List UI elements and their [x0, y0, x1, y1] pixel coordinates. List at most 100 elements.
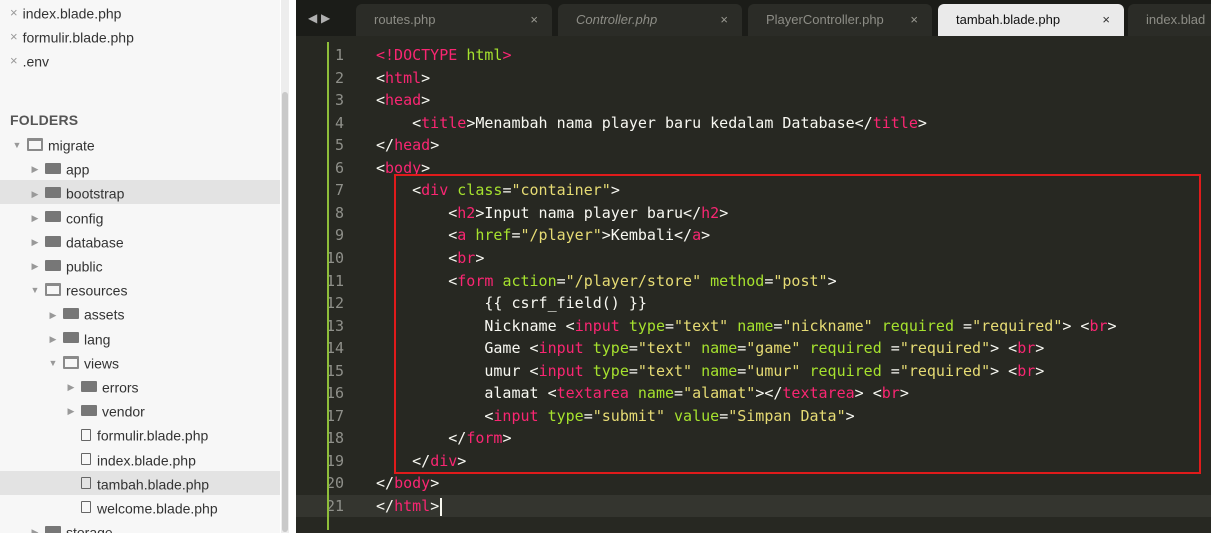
tree-item-label: tambah.blade.php — [97, 476, 210, 493]
line-number: 6 — [334, 158, 344, 177]
line-number: 9 — [334, 226, 344, 245]
collapsed-arrow-icon[interactable]: ▶ — [28, 230, 42, 254]
close-icon[interactable]: × — [530, 4, 538, 36]
code-text: </div> — [376, 451, 467, 470]
folder-icon — [63, 332, 79, 344]
code-line[interactable]: 13 Nickname <input type="text" name="nic… — [296, 315, 1211, 337]
code-line[interactable]: 21 </html> — [296, 495, 1211, 517]
code-line[interactable]: 7 <div class="container"> — [296, 179, 1211, 201]
code-line[interactable]: 12 {{ csrf_field() }} — [296, 292, 1211, 314]
code-text: <html> — [376, 68, 431, 87]
tab-playercontroller-php[interactable]: PlayerController.php × — [748, 4, 932, 36]
code-line[interactable]: 15 umur <input type="text" name="umur" r… — [296, 360, 1211, 382]
tree-item-label: public — [66, 258, 103, 275]
tree-item[interactable]: ▼ views — [0, 350, 280, 374]
code-line[interactable]: 14 Game <input type="text" name="game" r… — [296, 337, 1211, 359]
collapsed-arrow-icon[interactable]: ▶ — [28, 254, 42, 278]
tab-controller-php[interactable]: Controller.php × — [558, 4, 742, 36]
code-line[interactable]: 17 <input type="submit" value="Simpan Da… — [296, 405, 1211, 427]
folder-icon — [45, 211, 61, 223]
tree-item[interactable]: ▶ bootstrap — [0, 180, 280, 206]
open-file-item[interactable]: × index.blade.php — [0, 1, 280, 23]
expanded-arrow-icon[interactable]: ▼ — [28, 278, 42, 302]
tab-index-blad[interactable]: index.blad — [1128, 4, 1211, 36]
folder-icon — [81, 380, 97, 392]
code-line[interactable]: 18 </form> — [296, 427, 1211, 449]
tab-nav-arrows[interactable]: ◀ ▶ — [296, 0, 356, 36]
expanded-arrow-icon[interactable]: ▼ — [46, 351, 60, 375]
close-icon[interactable]: × — [10, 5, 18, 20]
tree-item[interactable]: ▶ assets — [0, 301, 280, 325]
code-line[interactable]: 9 <a href="/player">Kembali</a> — [296, 224, 1211, 246]
code-line[interactable]: 4 <title>Menambah nama player baru kedal… — [296, 112, 1211, 134]
tree-item[interactable]: ▶ vendor — [0, 398, 280, 422]
tree-item[interactable]: welcome.blade.php — [0, 495, 280, 519]
collapsed-arrow-icon[interactable]: ▶ — [46, 303, 60, 327]
tree-item[interactable]: ▼ migrate — [0, 132, 280, 156]
code-line[interactable]: 3 <head> — [296, 89, 1211, 111]
tree-item[interactable]: index.blade.php — [0, 447, 280, 471]
sidebar-scroll-thumb[interactable] — [282, 92, 288, 532]
line-number: 15 — [325, 361, 344, 380]
code-line[interactable]: 1 <!DOCTYPE html> — [296, 44, 1211, 66]
tab-label: index.blad — [1146, 12, 1206, 27]
folder-icon — [45, 162, 61, 174]
tree-item[interactable]: formulir.blade.php — [0, 422, 280, 446]
close-icon[interactable]: × — [10, 53, 18, 68]
tree-item[interactable]: ▶ errors — [0, 374, 280, 398]
tree-item[interactable]: ▶ lang — [0, 326, 280, 350]
sidebar-scrollbar[interactable] — [281, 0, 289, 533]
close-icon[interactable]: × — [720, 4, 728, 36]
code-line[interactable]: 16 alamat <textarea name="alamat"></text… — [296, 382, 1211, 404]
code-line[interactable]: 8 <h2>Input nama player baru</h2> — [296, 202, 1211, 224]
line-number: 21 — [325, 497, 344, 515]
tree-item[interactable]: ▶ config — [0, 205, 280, 229]
tree-item[interactable]: ▶ app — [0, 156, 280, 180]
open-folder-icon — [45, 282, 61, 296]
code-line[interactable]: 20 </body> — [296, 472, 1211, 494]
code-line[interactable]: 10 <br> — [296, 247, 1211, 269]
code-text: <div class="container"> — [376, 181, 620, 200]
collapsed-arrow-icon[interactable]: ▶ — [28, 157, 42, 181]
open-file-item[interactable]: × .env — [0, 49, 280, 71]
collapsed-arrow-icon[interactable]: ▶ — [28, 182, 42, 206]
collapsed-arrow-icon[interactable]: ▶ — [64, 375, 78, 399]
line-number: 5 — [334, 136, 344, 155]
tab-tambah-blade-php[interactable]: tambah.blade.php × — [938, 4, 1124, 36]
open-file-label: formulir.blade.php — [22, 29, 134, 46]
collapsed-arrow-icon[interactable]: ▶ — [28, 520, 42, 533]
file-icon — [81, 452, 91, 465]
close-icon[interactable]: × — [10, 29, 18, 44]
tree-item[interactable]: ▶ public — [0, 253, 280, 277]
folder-icon — [45, 187, 61, 199]
tree-item[interactable]: ▶ storage — [0, 519, 280, 533]
code-text: <form action="/player/store" method="pos… — [376, 271, 837, 290]
collapsed-arrow-icon[interactable]: ▶ — [64, 399, 78, 423]
tab-label: tambah.blade.php — [956, 12, 1061, 27]
code-text: <head> — [376, 91, 431, 110]
open-folder-icon — [63, 355, 79, 369]
tree-item[interactable]: tambah.blade.php — [0, 470, 280, 495]
folder-icon — [81, 404, 97, 416]
code-text: alamat <textarea name="alamat"></textare… — [376, 384, 909, 403]
open-file-label: index.blade.php — [22, 5, 122, 22]
code-text: </form> — [376, 429, 512, 448]
open-file-label: .env — [22, 53, 50, 70]
tab-routes-php[interactable]: routes.php × — [356, 4, 552, 36]
collapsed-arrow-icon[interactable]: ▶ — [28, 206, 42, 230]
close-icon[interactable]: × — [910, 4, 918, 36]
folder-icon — [45, 235, 61, 247]
code-line[interactable]: 19 </div> — [296, 450, 1211, 472]
line-number: 17 — [325, 406, 344, 425]
expanded-arrow-icon[interactable]: ▼ — [10, 133, 24, 157]
open-file-item[interactable]: × formulir.blade.php — [0, 25, 280, 47]
tree-item[interactable]: ▼ resources — [0, 277, 280, 301]
code-line[interactable]: 11 <form action="/player/store" method="… — [296, 270, 1211, 292]
code-line[interactable]: 5 </head> — [296, 134, 1211, 156]
close-icon[interactable]: × — [1102, 4, 1110, 36]
code-line[interactable]: 2 <html> — [296, 67, 1211, 89]
tree-item[interactable]: ▶ database — [0, 229, 280, 253]
code-line[interactable]: 6 <body> — [296, 157, 1211, 179]
collapsed-arrow-icon[interactable]: ▶ — [46, 327, 60, 351]
code-area[interactable]: 1 <!DOCTYPE html> 2 <html> 3 <head> 4 <title>M… — [296, 36, 1211, 533]
